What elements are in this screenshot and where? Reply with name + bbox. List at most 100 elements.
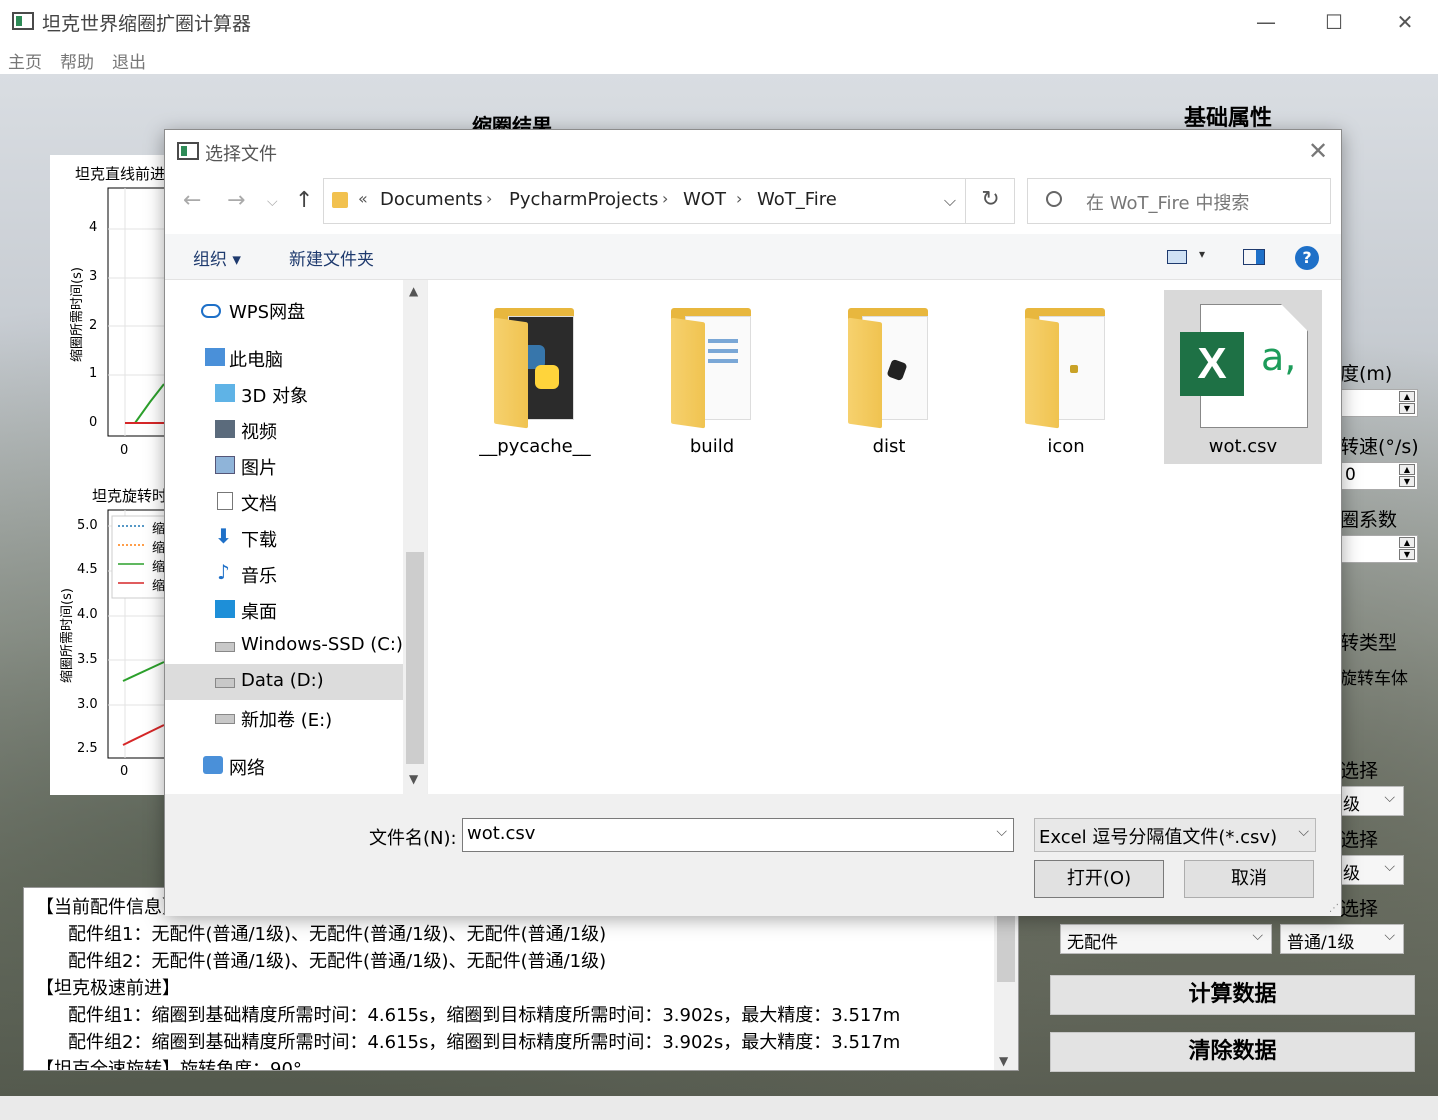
right-panel-heading: 基础属性	[1184, 106, 1273, 131]
up-arrow-icon[interactable]: ↑	[295, 188, 313, 213]
nav-scrollbar[interactable]: ▲ ▼	[403, 280, 427, 794]
back-arrow-icon[interactable]: ←	[183, 188, 201, 213]
nav-scroll-thumb[interactable]	[406, 552, 424, 764]
chart2-ylabel: 缩圈所需时间(s)	[60, 588, 75, 683]
scroll-up-icon[interactable]: ▲	[409, 284, 418, 298]
breadcrumb-chevron-icon[interactable]: ›	[486, 189, 492, 208]
dialog-app-icon	[177, 142, 199, 160]
calculate-button[interactable]: 计算数据	[1050, 975, 1415, 1015]
accuracy-spinbox[interactable]: ▲ ▼	[1340, 389, 1418, 417]
equipment-level-combo-1[interactable]: 级 ⌵	[1336, 786, 1404, 816]
address-bar[interactable]: « Documents › PycharmProjects › WOT › Wo…	[323, 178, 1015, 224]
spin-up-icon[interactable]: ▲	[1399, 464, 1415, 475]
nav-item-drive-e[interactable]: 新加卷 (E:)	[165, 700, 403, 736]
nav-item-desktop[interactable]: 桌面	[165, 592, 403, 628]
nav-item-videos[interactable]: 视频	[165, 412, 403, 448]
scroll-down-icon[interactable]: ▼	[409, 772, 418, 786]
breadcrumb-wot-fire[interactable]: WoT_Fire	[757, 189, 837, 210]
file-name: dist	[872, 436, 906, 457]
view-dropdown-icon[interactable]: ▾	[1199, 247, 1205, 261]
spin-up-icon[interactable]: ▲	[1399, 391, 1415, 402]
nav-label: 下载	[241, 530, 277, 551]
log-scroll-down-icon[interactable]: ▼	[999, 1048, 1008, 1070]
nav-item-pictures[interactable]: 图片	[165, 448, 403, 484]
breadcrumb-pycharmprojects[interactable]: PycharmProjects	[509, 189, 658, 210]
view-mode-icon[interactable]	[1167, 250, 1187, 264]
nav-item-3d[interactable]: 3D 对象	[165, 376, 403, 412]
file-item-dist[interactable]: dist	[810, 290, 968, 464]
chart2-ytick: 3.0	[77, 697, 98, 712]
spin-up-icon[interactable]: ▲	[1399, 537, 1415, 548]
chart1-ytick: 4	[89, 220, 98, 235]
menu-home[interactable]: 主页	[8, 48, 42, 73]
log-scroll-thumb[interactable]	[997, 912, 1015, 982]
refresh-icon[interactable]: ↻	[965, 178, 1015, 224]
search-icon	[1046, 191, 1062, 207]
clear-button[interactable]: 清除数据	[1050, 1032, 1415, 1072]
resize-grip-icon[interactable]: ⋰	[1329, 903, 1339, 914]
menu-help[interactable]: 帮助	[60, 48, 94, 73]
coefficient-spinbox[interactable]: ▲ ▼	[1340, 535, 1418, 563]
download-icon: ⬇	[215, 524, 232, 548]
file-dialog: 选择文件 ✕ ← → ⌵ ↑ « Documents › PycharmProj…	[164, 129, 1342, 916]
help-icon[interactable]: ?	[1295, 246, 1319, 270]
desktop-icon	[215, 600, 235, 618]
nav-item-music[interactable]: ♪ 音乐	[165, 556, 403, 592]
chart2-ytick: 4.5	[77, 562, 98, 577]
rotate-hull-option[interactable]: 旋转车体	[1340, 664, 1408, 689]
menubar: 主页 帮助 退出	[0, 44, 1438, 74]
chart1-ytick: 2	[89, 318, 98, 333]
organize-button[interactable]: 组织 ▾	[193, 245, 241, 270]
file-item-build[interactable]: build	[633, 290, 791, 464]
nav-item-drive-c[interactable]: Windows-SSD (C:)	[165, 628, 403, 664]
new-folder-button[interactable]: 新建文件夹	[289, 245, 374, 270]
nav-item-wps[interactable]: WPS网盘	[165, 292, 403, 328]
menu-exit[interactable]: 退出	[112, 48, 146, 73]
preview-pane-icon[interactable]	[1243, 249, 1265, 265]
breadcrumb-wot[interactable]: WOT	[683, 189, 726, 210]
file-item-pycache[interactable]: __pycache__	[456, 290, 614, 464]
file-item-icon[interactable]: icon	[987, 290, 1145, 464]
address-dropdown-icon[interactable]: ⌵	[944, 191, 956, 211]
breadcrumb-chevron-icon[interactable]: ›	[662, 189, 668, 208]
nav-item-this-pc[interactable]: 此电脑	[165, 340, 403, 376]
equipment-level-combo-3[interactable]: 普通/1级 ⌵	[1280, 924, 1404, 954]
rotation-speed-spinbox[interactable]: 0 ▲ ▼	[1340, 462, 1418, 490]
chevron-down-icon[interactable]: ⌵	[996, 824, 1007, 840]
close-button[interactable]: ✕	[1382, 6, 1428, 38]
minimize-button[interactable]: —	[1243, 6, 1289, 38]
chart2-title: 坦克旋转时	[92, 487, 168, 505]
nav-item-network[interactable]: 网络	[165, 748, 403, 784]
breadcrumb-documents[interactable]: Documents	[380, 189, 483, 210]
open-button[interactable]: 打开(O)	[1034, 860, 1164, 898]
cube-icon	[215, 384, 235, 402]
spin-down-icon[interactable]: ▼	[1399, 549, 1415, 560]
breadcrumb-chevron-icon[interactable]: ›	[736, 189, 742, 208]
spin-down-icon[interactable]: ▼	[1399, 476, 1415, 487]
search-box[interactable]: 在 WoT_Fire 中搜索	[1027, 178, 1331, 224]
maximize-button[interactable]: ☐	[1311, 6, 1357, 38]
chart2-ytick: 4.0	[77, 607, 98, 622]
equipment-combo-3[interactable]: 无配件 ⌵	[1060, 924, 1272, 954]
file-name: wot.csv	[1208, 436, 1278, 457]
chart1-title: 坦克直线前进	[75, 165, 166, 183]
spin-down-icon[interactable]: ▼	[1399, 403, 1415, 414]
recent-chevron-icon[interactable]: ⌵	[267, 194, 278, 210]
cancel-button[interactable]: 取消	[1184, 860, 1314, 898]
file-item-wot-csv[interactable]: a, X wot.csv	[1164, 290, 1322, 464]
equipment-level-combo-2[interactable]: 级 ⌵	[1336, 855, 1404, 885]
filetype-select[interactable]: Excel 逗号分隔值文件(*.csv) ⌵	[1034, 818, 1316, 852]
search-placeholder: 在 WoT_Fire 中搜索	[1086, 193, 1250, 214]
nav-label: 音乐	[241, 566, 277, 587]
breadcrumb-overflow[interactable]: «	[358, 189, 368, 208]
nav-item-drive-d[interactable]: Data (D:)	[165, 664, 403, 700]
main-titlebar: 坦克世界缩圈扩圈计算器 — ☐ ✕	[0, 0, 1438, 44]
forward-arrow-icon[interactable]: →	[227, 188, 245, 213]
nav-item-downloads[interactable]: ⬇ 下载	[165, 520, 403, 556]
nav-item-documents[interactable]: 文档	[165, 484, 403, 520]
filename-input[interactable]: wot.csv ⌵	[462, 818, 1014, 852]
file-name: icon	[1047, 436, 1085, 457]
folder-front	[671, 317, 705, 429]
dialog-close-icon[interactable]: ✕	[1303, 136, 1333, 166]
document-icon	[217, 492, 233, 510]
